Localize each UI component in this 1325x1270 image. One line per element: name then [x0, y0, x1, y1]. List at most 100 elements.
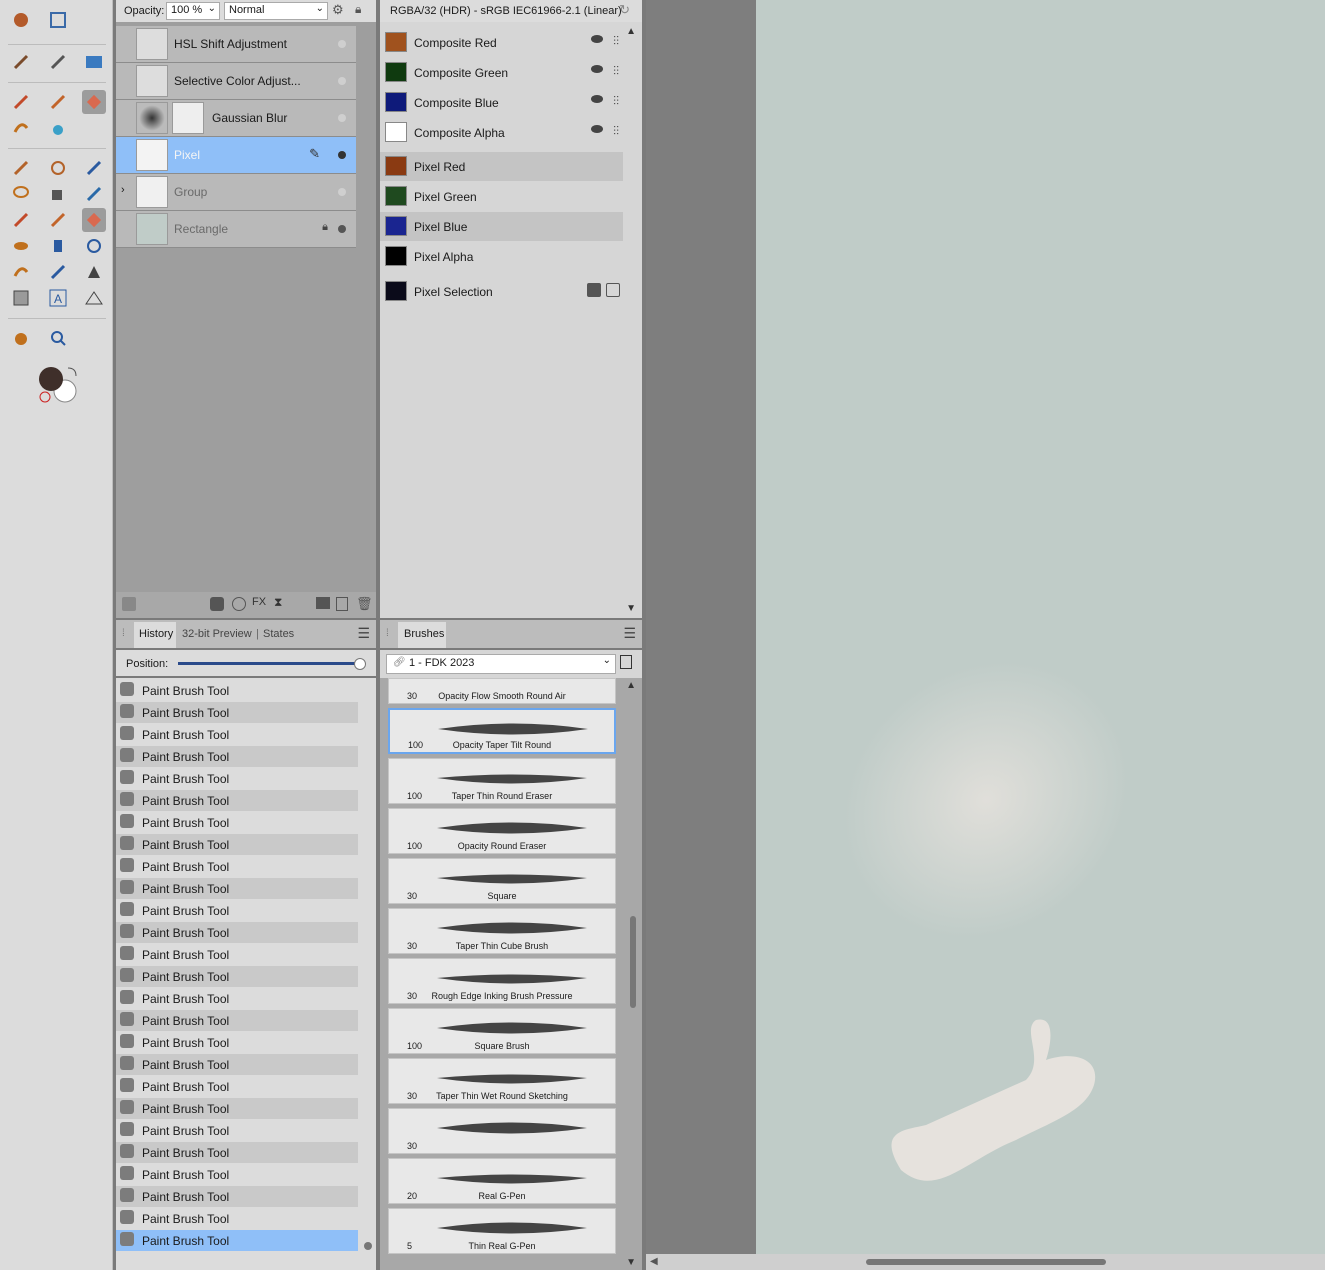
horizontal-scroll-thumb[interactable]	[866, 1259, 1106, 1265]
live-filter-icon[interactable]: ⧗	[274, 595, 282, 610]
sliders-icon[interactable]: ⫶⫶	[613, 124, 619, 139]
lasso-icon[interactable]	[9, 182, 33, 206]
eye-icon[interactable]	[591, 65, 603, 73]
layer-row[interactable]: Selective Color Adjust...	[116, 63, 356, 100]
history-scrollbar-thumb[interactable]	[364, 1242, 372, 1250]
scroll-down-arrow[interactable]: ▼	[626, 1257, 636, 1268]
history-item[interactable]: Paint Brush Tool	[116, 702, 358, 723]
channel-row[interactable]: Pixel Selection	[380, 277, 623, 306]
gear-icon[interactable]: ⚙	[332, 2, 344, 18]
brush-cell[interactable]: 20 Real G-Pen	[388, 1158, 616, 1204]
history-item[interactable]: Paint Brush Tool	[116, 768, 358, 789]
brush-cell[interactable]: 30 Rough Edge Inking Brush Pressure	[388, 958, 616, 1004]
lock-icon[interactable]: 🔒︎	[322, 221, 328, 234]
clone-icon[interactable]	[82, 182, 106, 206]
visibility-dot[interactable]	[338, 225, 346, 233]
refresh-icon[interactable]: ↻	[619, 2, 630, 18]
warp-icon[interactable]	[46, 8, 70, 32]
history-item[interactable]: Paint Brush Tool	[116, 1054, 358, 1075]
brush-list-icon[interactable]	[620, 655, 632, 669]
menu-icon[interactable]: ☰	[357, 625, 370, 642]
history-item[interactable]: Paint Brush Tool	[116, 1032, 358, 1053]
invert-mask-icon[interactable]	[606, 283, 620, 297]
color-picker-icon[interactable]	[9, 50, 33, 74]
history-item[interactable]: Paint Brush Tool	[116, 1098, 358, 1119]
eye-icon[interactable]	[591, 95, 603, 103]
visibility-dot[interactable]	[338, 77, 346, 85]
scroll-down-arrow[interactable]: ▼	[626, 603, 636, 614]
history-item[interactable]: Paint Brush Tool	[116, 1076, 358, 1097]
image-icon[interactable]	[82, 50, 106, 74]
history-item[interactable]: Paint Brush Tool	[116, 1142, 358, 1163]
history-item-selected[interactable]: Paint Brush Tool	[116, 1230, 358, 1251]
mesh-icon[interactable]	[82, 286, 106, 310]
scroll-up-arrow[interactable]: ▲	[626, 680, 636, 691]
expand-chevron-icon[interactable]: ›	[121, 184, 125, 196]
rectangle-icon[interactable]	[9, 286, 33, 310]
channel-row[interactable]: Composite Alpha ⫶⫶	[380, 118, 623, 147]
sliders-icon[interactable]: ⫶⫶	[613, 64, 619, 79]
history-item[interactable]: Paint Brush Tool	[116, 878, 358, 899]
magic-wand-icon[interactable]	[82, 156, 106, 180]
mask-icon[interactable]	[587, 283, 601, 297]
history-item[interactable]: Paint Brush Tool	[116, 856, 358, 877]
history-item[interactable]: Paint Brush Tool	[116, 966, 358, 987]
brush-cell[interactable]: 5 Thin Real G-Pen	[388, 1208, 616, 1254]
sliders-icon[interactable]: ⫶⫶	[613, 34, 619, 49]
brush-cell[interactable]: 100 Opacity Round Eraser	[388, 808, 616, 854]
lock-icon[interactable]: 🔒︎	[355, 2, 361, 17]
visibility-dot[interactable]	[338, 40, 346, 48]
visibility-dot[interactable]	[338, 188, 346, 196]
paint-brush-icon[interactable]	[9, 90, 33, 114]
brush-cell[interactable]: 30 Taper Thin Wet Round Sketching	[388, 1058, 616, 1104]
history-item[interactable]: Paint Brush Tool	[116, 988, 358, 1009]
history-item[interactable]: Paint Brush Tool	[116, 834, 358, 855]
blur-drop-icon[interactable]	[46, 116, 70, 140]
adjustment-icon[interactable]	[232, 597, 246, 611]
sponge-icon[interactable]	[82, 234, 106, 258]
eye-icon[interactable]	[591, 125, 603, 133]
hand-icon[interactable]	[9, 326, 33, 350]
mask-icon[interactable]	[210, 597, 224, 611]
horizontal-scrollbar[interactable]: ◀	[646, 1254, 1325, 1270]
trash-icon[interactable]: 🗑︎	[356, 596, 373, 612]
sliders-icon[interactable]: ⫶⫶	[613, 94, 619, 109]
layer-row[interactable]: Gaussian Blur	[116, 100, 356, 137]
visibility-dot[interactable]	[338, 114, 346, 122]
erase-brush-2-icon[interactable]	[82, 208, 106, 232]
smudge-2-icon[interactable]	[9, 260, 33, 284]
visibility-dot[interactable]	[338, 151, 346, 159]
brush-category-select[interactable]: 🔗︎ 1 - FDK 2023 ⌄	[386, 654, 616, 674]
history-item[interactable]: Paint Brush Tool	[116, 900, 358, 921]
pixel-brush-icon[interactable]	[46, 90, 70, 114]
blend-mode-select[interactable]: Normal ⌄	[224, 2, 328, 20]
eyedropper-icon[interactable]	[46, 50, 70, 74]
brush-cell-selected[interactable]: 100 Opacity Taper Tilt Round	[388, 708, 616, 754]
add-layer-icon[interactable]	[336, 597, 348, 611]
history-item[interactable]: Paint Brush Tool	[116, 746, 358, 767]
history-item[interactable]: Paint Brush Tool	[116, 944, 358, 965]
mixer-brush-icon[interactable]	[46, 208, 70, 232]
layer-row[interactable]: HSL Shift Adjustment	[116, 26, 356, 63]
tab-states[interactable]: States	[263, 628, 294, 640]
history-item[interactable]: Paint Brush Tool	[116, 922, 358, 943]
channel-row[interactable]: Composite Green ⫶⫶	[380, 58, 623, 87]
channel-row[interactable]: Composite Blue ⫶⫶	[380, 88, 623, 117]
brushes-scrollbar-thumb[interactable]	[630, 916, 636, 1008]
channel-row[interactable]: Pixel Green	[380, 182, 623, 211]
history-item[interactable]: Paint Brush Tool	[116, 1010, 358, 1031]
channel-row[interactable]: Pixel Blue	[380, 212, 623, 241]
position-slider-thumb[interactable]	[354, 658, 366, 670]
panel-grip-icon[interactable]: ⁞	[386, 628, 389, 639]
brush-cell[interactable]: 30 Opacity Flow Smooth Round Air	[388, 678, 616, 704]
history-item[interactable]: Paint Brush Tool	[116, 680, 358, 701]
history-item[interactable]: Paint Brush Tool	[116, 1208, 358, 1229]
brush-cell[interactable]: 30	[388, 1108, 616, 1154]
smudge-icon[interactable]	[9, 116, 33, 140]
tab-32bit-preview[interactable]: 32-bit Preview	[182, 628, 252, 640]
brush-cell[interactable]: 30 Taper Thin Cube Brush	[388, 908, 616, 954]
scroll-up-arrow[interactable]: ▲	[626, 26, 636, 37]
zoom-icon[interactable]	[46, 326, 70, 350]
brush-cell[interactable]: 100 Square Brush	[388, 1008, 616, 1054]
panel-grip-icon[interactable]: ⁞	[122, 628, 125, 639]
